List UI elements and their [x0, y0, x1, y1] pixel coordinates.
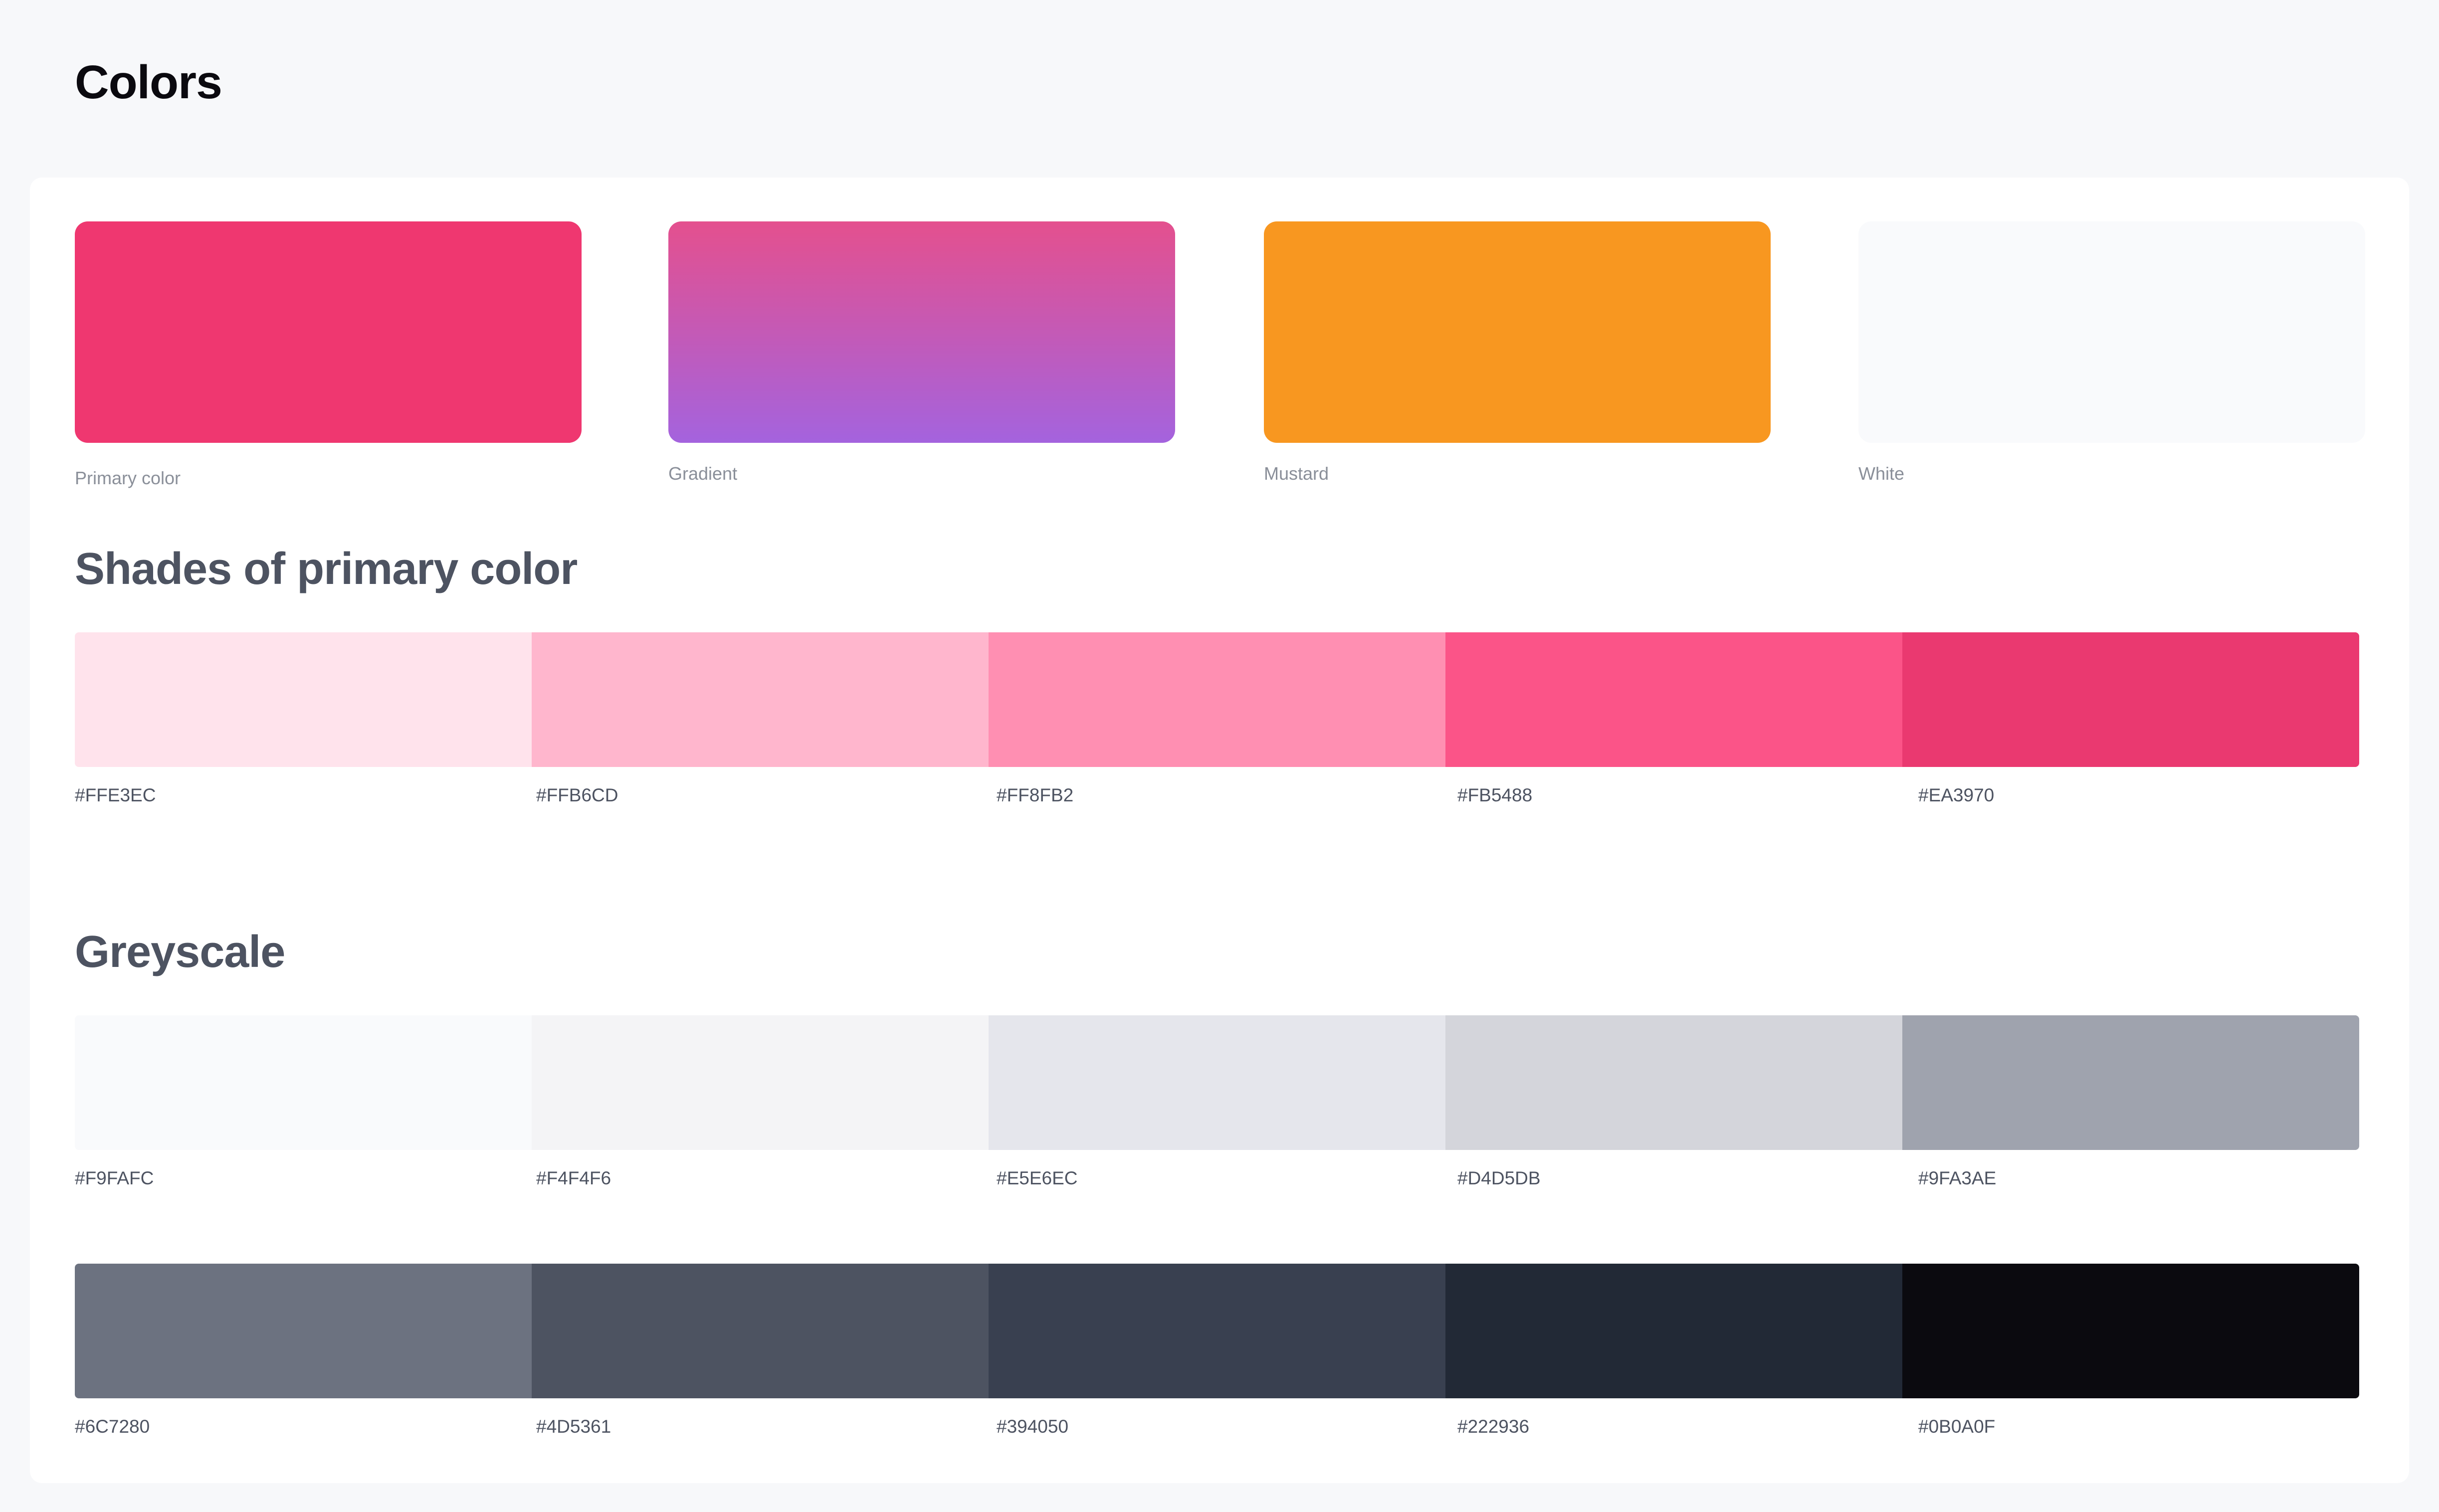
grey-hex-label: #F9FAFC — [75, 1168, 154, 1188]
grey-swatch[interactable] — [75, 1264, 532, 1398]
grey-hex-label: #0B0A0F — [1918, 1416, 1996, 1437]
greyscale-section-title: Greyscale — [75, 927, 285, 977]
grey-swatch[interactable] — [532, 1015, 989, 1150]
grey-swatch[interactable] — [75, 1015, 532, 1150]
mustard-swatch[interactable] — [1264, 221, 1771, 443]
primary-color-label: Primary color — [75, 468, 181, 488]
greyscale-dark-strip — [75, 1264, 2359, 1398]
shade-swatch[interactable] — [532, 632, 989, 767]
greyscale-light-strip — [75, 1015, 2359, 1150]
grey-hex-label: #394050 — [997, 1416, 1069, 1437]
grey-swatch[interactable] — [989, 1015, 1445, 1150]
shade-swatch[interactable] — [75, 632, 532, 767]
shade-swatch[interactable] — [1445, 632, 1902, 767]
grey-hex-label: #6C7280 — [75, 1416, 150, 1437]
grey-hex-label: #E5E6EC — [997, 1168, 1078, 1188]
white-label: White — [1858, 463, 1905, 484]
shades-strip — [75, 632, 2359, 767]
white-swatch[interactable] — [1858, 221, 2365, 443]
shade-hex-label: #EA3970 — [1918, 785, 1995, 805]
shades-section-title: Shades of primary color — [75, 544, 578, 594]
colors-card: Primary color Gradient Mustard White Sha… — [30, 178, 2409, 1483]
shade-hex-label: #FB5488 — [1457, 785, 1533, 805]
grey-swatch[interactable] — [1902, 1264, 2359, 1398]
shade-hex-label: #FFE3EC — [75, 785, 156, 805]
shade-swatch[interactable] — [1902, 632, 2359, 767]
gradient-label: Gradient — [668, 463, 738, 484]
shade-hex-label: #FFB6CD — [536, 785, 618, 805]
shade-swatch[interactable] — [989, 632, 1445, 767]
grey-swatch[interactable] — [532, 1264, 989, 1398]
grey-swatch[interactable] — [989, 1264, 1445, 1398]
grey-hex-label: #222936 — [1457, 1416, 1530, 1437]
page-title: Colors — [75, 56, 222, 109]
grey-swatch[interactable] — [1902, 1015, 2359, 1150]
mustard-label: Mustard — [1264, 463, 1329, 484]
primary-color-swatch[interactable] — [75, 221, 582, 443]
grey-hex-label: #9FA3AE — [1918, 1168, 1997, 1188]
grey-hex-label: #F4F4F6 — [536, 1168, 611, 1188]
grey-swatch[interactable] — [1445, 1015, 1902, 1150]
grey-hex-label: #4D5361 — [536, 1416, 611, 1437]
shade-hex-label: #FF8FB2 — [997, 785, 1074, 805]
gradient-swatch[interactable] — [668, 221, 1175, 443]
grey-hex-label: #D4D5DB — [1457, 1168, 1541, 1188]
grey-swatch[interactable] — [1445, 1264, 1902, 1398]
